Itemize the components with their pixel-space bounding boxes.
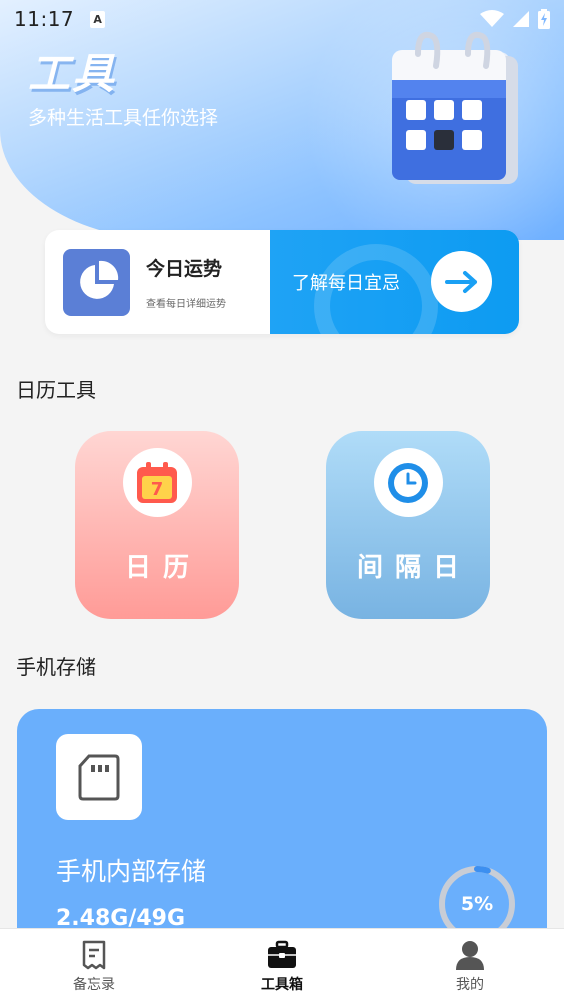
calendar-tools-title: 日历工具 (16, 378, 96, 402)
nav-label-profile: 我的 (456, 977, 484, 993)
bottom-nav: 备忘录 工具箱 我的 (0, 928, 564, 1004)
a-letter-icon: A (90, 10, 106, 28)
clock-icon-badge (373, 448, 443, 517)
interval-days-label: 间隔日 (356, 553, 471, 583)
status-bar: 11:17 A (0, 0, 564, 38)
calendar-tool-label: 日历 (124, 553, 201, 583)
clock-icon (388, 462, 428, 503)
nav-label-toolbox: 工具箱 (261, 977, 303, 993)
memo-icon (82, 940, 106, 970)
status-time: 11:17 (14, 7, 75, 31)
sd-card-icon (78, 754, 120, 801)
storage-section-title: 手机存储 (16, 655, 96, 679)
page-subtitle: 多种生活工具任你选择 (28, 107, 219, 129)
nav-item-memo[interactable]: 备忘录 (0, 929, 188, 1004)
nav-item-toolbox[interactable]: 工具箱 (188, 929, 376, 1004)
interval-days-button[interactable]: 间隔日 (326, 431, 490, 619)
fortune-link[interactable]: 了解每日宜忌 (292, 269, 400, 295)
fortune-info: 今日运势 查看每日详细运势 (45, 230, 270, 334)
fortune-description: 查看每日详细运势 (146, 299, 226, 310)
calendar-icon: 7 (137, 461, 177, 503)
signal-icon (513, 11, 529, 27)
arrow-right-icon (444, 270, 477, 293)
fortune-banner[interactable]: 今日运势 查看每日详细运势 了解每日宜忌 (45, 230, 519, 334)
toolbox-icon (268, 940, 296, 968)
nav-item-profile[interactable]: 我的 (376, 929, 564, 1004)
storage-title: 手机内部存储 (56, 857, 207, 886)
calendar-tool-button[interactable]: 7 日历 (75, 431, 239, 619)
page-title: 工具 (28, 49, 117, 98)
person-icon (456, 941, 484, 970)
fortune-title: 今日运势 (146, 258, 223, 280)
wifi-icon (480, 10, 504, 27)
calendar-icon-badge: 7 (122, 448, 192, 517)
calendar-3d-icon (392, 31, 518, 184)
arrow-right-button[interactable] (431, 251, 492, 312)
sd-card-icon-box (56, 734, 142, 820)
status-icons (480, 9, 550, 29)
fortune-link-area[interactable]: 了解每日宜忌 (270, 230, 519, 334)
calendar-icon-number: 7 (151, 479, 164, 500)
nav-label-memo: 备忘录 (73, 977, 115, 993)
pie-chart-icon (63, 248, 130, 316)
battery-charging-icon (538, 9, 550, 29)
